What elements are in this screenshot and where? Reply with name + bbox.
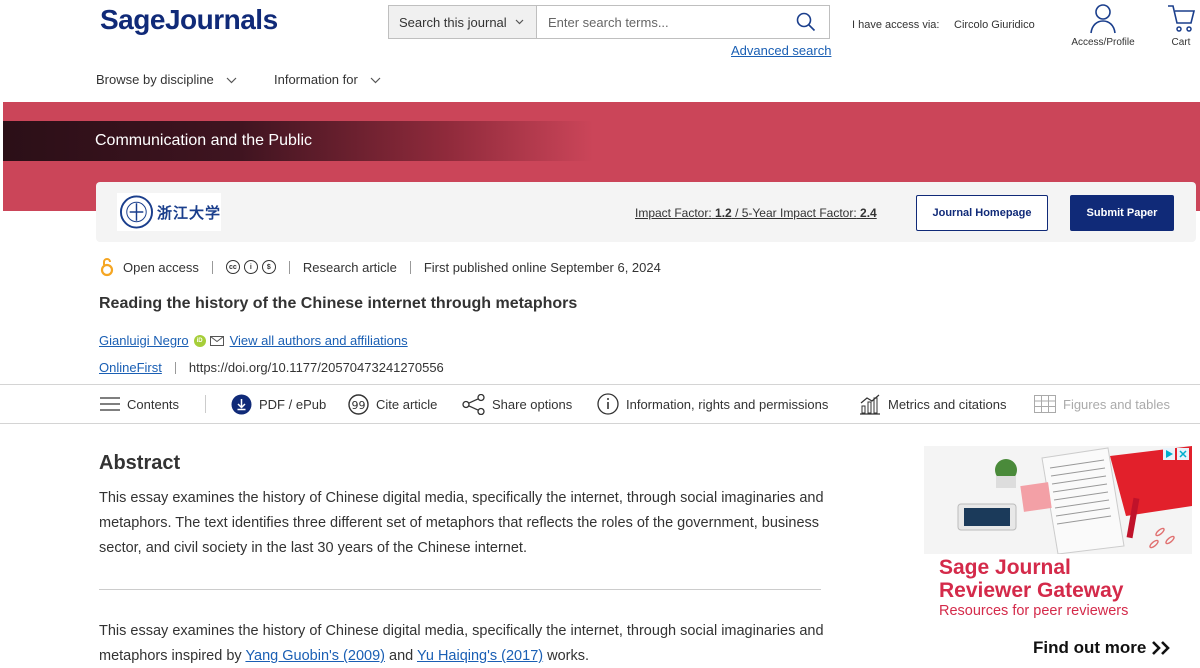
cart-button[interactable]: Cart: [1164, 2, 1198, 48]
access-profile-label: Access/Profile: [1071, 37, 1135, 48]
view-all-authors-link[interactable]: View all authors and affiliations: [230, 333, 408, 348]
share-options-button[interactable]: Share options: [462, 393, 572, 415]
info-icon: [597, 393, 619, 415]
reference-yu-link[interactable]: Yu Haiqing's (2017): [417, 648, 543, 664]
open-access-label: Open access: [123, 259, 199, 275]
section-divider: [99, 589, 821, 590]
ad-find-out-more[interactable]: Find out more: [1033, 638, 1173, 658]
information-rights-button[interactable]: Information, rights and permissions: [597, 393, 828, 415]
chevron-down-icon: [515, 17, 524, 28]
ad-subtitle: Resources for peer reviewers: [939, 603, 1129, 619]
ad-choices-icon[interactable]: [1163, 448, 1189, 460]
orcid-icon[interactable]: iD: [193, 334, 206, 347]
abstract-heading: Abstract: [99, 452, 181, 474]
cart-icon: [1168, 5, 1196, 32]
journal-homepage-button[interactable]: Journal Homepage: [916, 195, 1048, 231]
search-scope-select[interactable]: Search this journal: [389, 6, 537, 38]
share-icon: [462, 393, 485, 415]
nav-information-for[interactable]: Information for: [274, 72, 381, 87]
menu-icon: [100, 397, 120, 411]
cc-nc-icon: $: [261, 260, 276, 274]
university-seal-icon: [119, 195, 154, 229]
published-date: First published online September 6, 2024: [423, 259, 661, 275]
ad-photo: [924, 446, 1192, 555]
sage-journals-logo[interactable]: SageJournals: [100, 4, 278, 36]
chevron-down-icon: [226, 72, 237, 87]
author-row: Gianluigi Negro iD View all authors and …: [99, 333, 408, 348]
access-label: I have access via:: [852, 19, 940, 31]
double-chevron-right-icon: [1152, 641, 1171, 655]
search-button[interactable]: [783, 6, 829, 38]
search-bar: Search this journal: [388, 5, 830, 39]
reference-yang-link[interactable]: Yang Guobin's (2009): [245, 648, 385, 664]
cite-article-button[interactable]: 99 Cite article: [348, 393, 437, 415]
author-link[interactable]: Gianluigi Negro: [99, 333, 189, 348]
cc-icon: cc: [225, 260, 240, 274]
submit-paper-button[interactable]: Submit Paper: [1070, 195, 1174, 231]
online-first-link[interactable]: OnlineFirst: [99, 360, 162, 375]
access-profile-button[interactable]: Access/Profile: [1064, 2, 1142, 48]
nav-browse-discipline[interactable]: Browse by discipline: [96, 72, 237, 87]
ad-title: Sage Journal Reviewer Gateway: [939, 556, 1124, 602]
body-paragraph: This essay examines the history of Chine…: [99, 623, 824, 664]
article-title: Reading the history of the Chinese inter…: [99, 295, 578, 312]
impact-factor-link[interactable]: Impact Factor: 1.2 / 5-Year Impact Facto…: [635, 206, 877, 220]
table-icon: [1034, 395, 1056, 413]
article-type: Research article: [302, 259, 397, 275]
mail-icon[interactable]: [209, 335, 224, 346]
contents-button[interactable]: Contents: [100, 393, 179, 415]
pdf-epub-button[interactable]: PDF / ePub: [231, 393, 326, 415]
cart-label: Cart: [1171, 37, 1191, 48]
search-input[interactable]: [537, 6, 783, 38]
doi-row: OnlineFirst https://doi.org/10.1177/2057…: [99, 360, 444, 375]
chevron-down-icon: [370, 72, 381, 87]
article-meta-row: Open access cc i $ Research article Firs…: [100, 257, 661, 277]
quote-icon: 99: [348, 393, 369, 415]
doi-link[interactable]: https://doi.org/10.1177/2057047324127055…: [189, 360, 444, 375]
metrics-citations-button[interactable]: Metrics and citations: [859, 393, 1007, 415]
figures-tables-button: Figures and tables: [1034, 393, 1170, 415]
bar-chart-icon: [860, 394, 880, 415]
search-icon: [796, 12, 816, 32]
journal-title[interactable]: Communication and the Public: [3, 121, 593, 161]
download-icon: [231, 394, 252, 414]
university-logo: 浙江大学: [117, 193, 221, 231]
svg-text:99: 99: [352, 399, 366, 412]
user-icon: [1090, 4, 1116, 34]
university-name: 浙江大学: [156, 204, 221, 222]
creative-commons-icons[interactable]: cc i $: [225, 260, 276, 274]
cc-by-icon: i: [243, 260, 258, 274]
access-institution: Circolo Giuridico: [954, 19, 1035, 31]
open-access-icon: [100, 258, 114, 277]
advanced-search-link[interactable]: Advanced search: [731, 43, 831, 58]
abstract-text: This essay examines the history of Chine…: [99, 490, 824, 556]
